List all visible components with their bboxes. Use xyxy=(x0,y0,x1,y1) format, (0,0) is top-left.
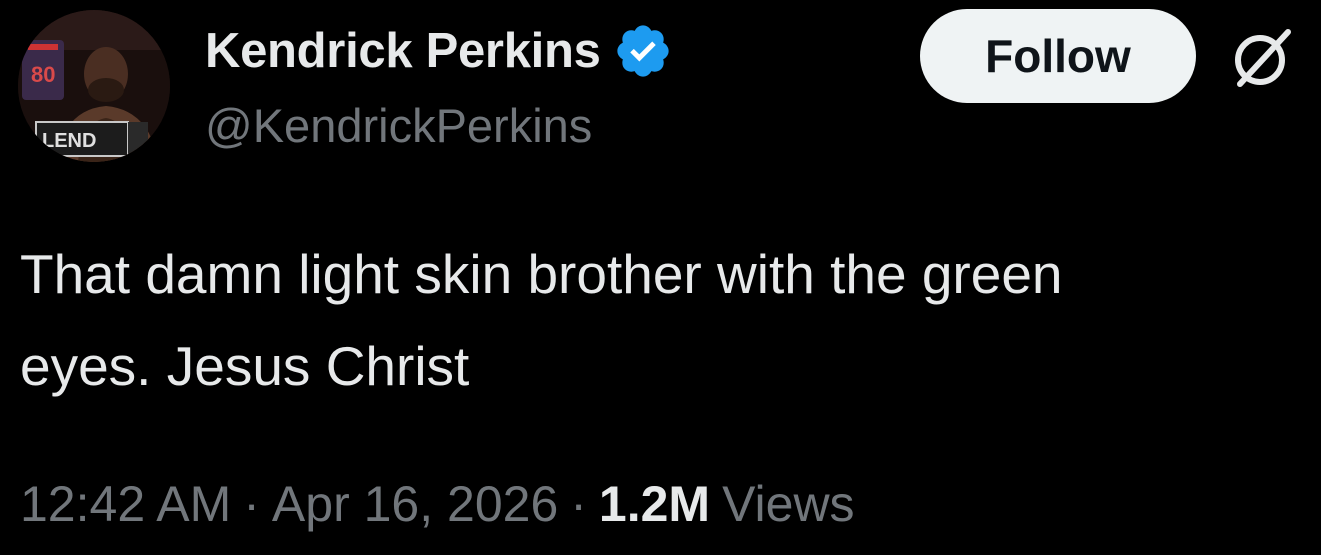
author-name-row: Kendrick Perkins xyxy=(205,20,673,82)
avatar-sign-text: LEND xyxy=(42,130,96,152)
verified-badge-icon xyxy=(613,21,673,81)
tweet-text: That damn light skin brother with the gr… xyxy=(20,243,1063,397)
author-handle[interactable]: @KendrickPerkins xyxy=(205,98,592,153)
author-display-name[interactable]: Kendrick Perkins xyxy=(205,23,601,79)
tweet-meta: 12:42 AM · Apr 16, 2026 · 1.2M Views xyxy=(20,475,855,533)
meta-separator: · xyxy=(570,476,587,532)
views-label: Views xyxy=(722,476,855,532)
grok-icon[interactable] xyxy=(1226,22,1298,94)
views-count: 1.2M xyxy=(598,476,711,532)
avatar-jersey-number: 80 xyxy=(31,62,55,87)
meta-separator: · xyxy=(243,476,260,532)
avatar[interactable]: 80 LEND xyxy=(18,10,170,162)
avatar-image: 80 LEND xyxy=(18,10,170,162)
tweet-card: 80 LEND Kendrick Perkins @KendrickPerkin… xyxy=(0,0,1321,555)
tweet-time[interactable]: 12:42 AM xyxy=(20,475,231,533)
follow-button[interactable]: Follow xyxy=(920,9,1196,103)
tweet-date[interactable]: Apr 16, 2026 xyxy=(272,475,558,533)
